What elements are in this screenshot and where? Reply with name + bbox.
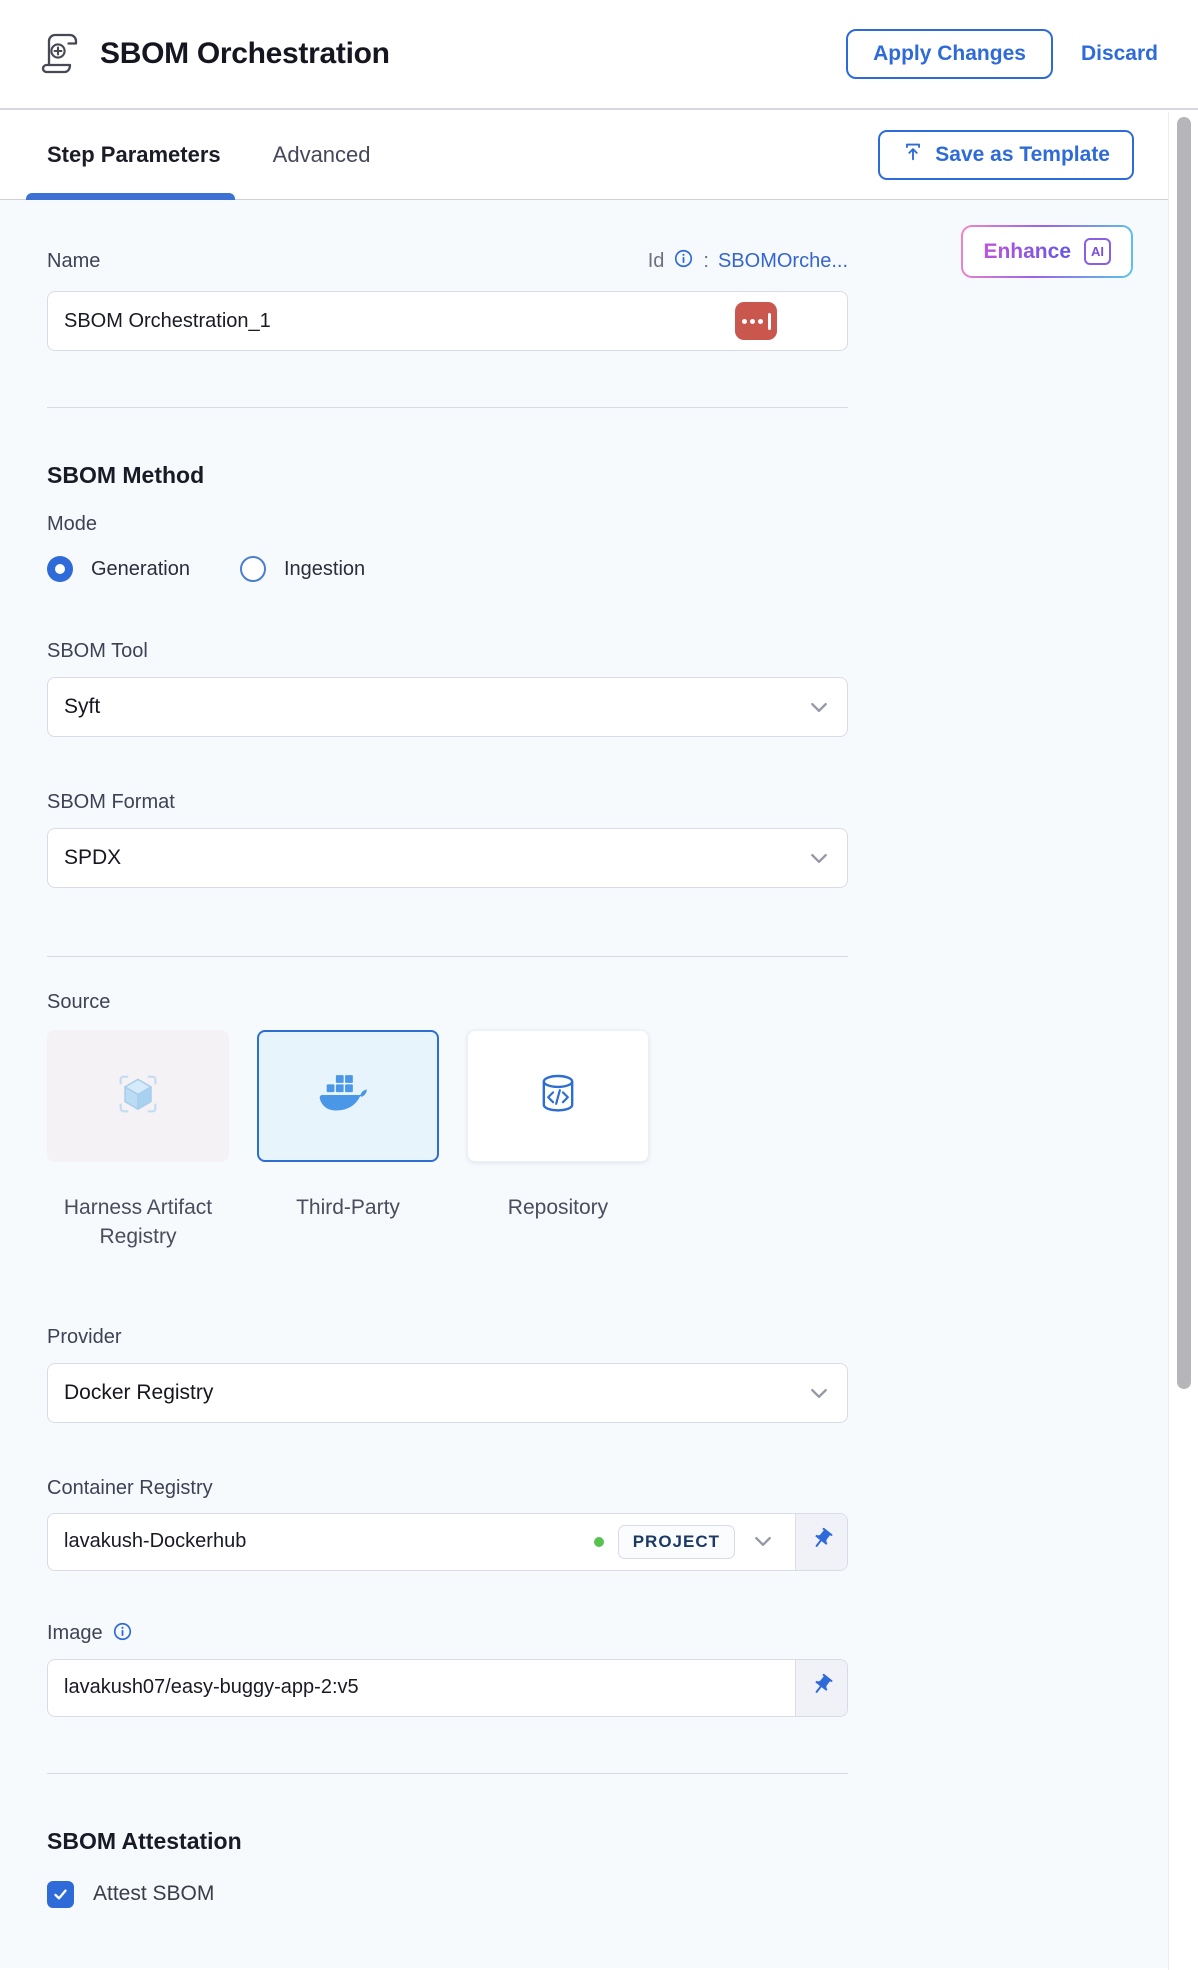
ai-badge: AI	[1084, 238, 1111, 265]
page-title: SBOM Orchestration	[100, 37, 390, 71]
name-label-row: Name Id : SBOMOrche...	[47, 248, 848, 275]
source-option-har: Harness Artifact Registry	[47, 1030, 229, 1252]
tab-step-parameters[interactable]: Step Parameters	[47, 110, 221, 199]
source-card-group: Harness Artifact Registry	[47, 1030, 848, 1252]
divider	[47, 1773, 848, 1774]
name-input-wrap	[47, 291, 848, 351]
sbom-tool-label: SBOM Tool	[47, 640, 848, 663]
chevron-down-icon	[811, 695, 827, 719]
title-group: SBOM Orchestration	[36, 29, 846, 80]
pushpin-icon	[810, 1673, 834, 1702]
radio-ingestion[interactable]: Ingestion	[240, 556, 365, 582]
tab-advanced[interactable]: Advanced	[273, 110, 371, 199]
provider-select[interactable]: Docker Registry	[47, 1363, 848, 1423]
id-label: Id	[648, 250, 665, 273]
enhance-label: Enhance	[983, 240, 1071, 264]
docker-whale-icon	[317, 1070, 379, 1123]
step-id-group: Id : SBOMOrche...	[648, 248, 848, 275]
runtime-input-red-icon[interactable]	[735, 302, 777, 340]
container-registry-value: lavakush-Dockerhub	[64, 1530, 580, 1553]
attest-sbom-row[interactable]: Attest SBOM	[47, 1881, 848, 1908]
container-registry-select[interactable]: lavakush-Dockerhub PROJECT	[48, 1514, 795, 1570]
checkmark-icon	[52, 1886, 69, 1903]
sbom-format-select[interactable]: SPDX	[47, 828, 848, 888]
image-label-row: Image	[47, 1621, 848, 1647]
mode-label: Mode	[47, 513, 848, 536]
source-option-repository: Repository	[467, 1030, 649, 1252]
radio-generation[interactable]: Generation	[47, 556, 190, 582]
step-config-header: SBOM Orchestration Apply Changes Discard	[0, 0, 1198, 110]
active-tab-indicator	[26, 193, 235, 200]
sbom-tool-value: Syft	[64, 695, 100, 719]
container-registry-field: lavakush-Dockerhub PROJECT	[47, 1513, 848, 1571]
image-input[interactable]	[64, 1676, 777, 1699]
id-info-icon[interactable]	[673, 248, 694, 275]
radio-ingestion-control[interactable]	[240, 556, 266, 582]
source-label: Source	[47, 991, 848, 1014]
pushpin-icon	[810, 1527, 834, 1556]
image-field	[47, 1659, 848, 1717]
container-registry-label: Container Registry	[47, 1477, 848, 1500]
divider	[47, 407, 848, 408]
tab-bar: Step Parameters Advanced Save as Templat…	[0, 110, 1198, 200]
source-card-label: Harness Artifact Registry	[47, 1194, 229, 1252]
image-pin-button[interactable]	[795, 1660, 847, 1716]
tab-advanced-label: Advanced	[273, 142, 371, 168]
chevron-down-icon	[811, 846, 827, 870]
discard-button[interactable]: Discard	[1081, 42, 1158, 66]
artifact-registry-cube-icon	[112, 1068, 164, 1125]
sbom-tool-select[interactable]: Syft	[47, 677, 848, 737]
sbom-attestation-heading: SBOM Attestation	[47, 1828, 848, 1855]
image-info-icon[interactable]	[112, 1621, 133, 1647]
attest-sbom-label: Attest SBOM	[93, 1882, 214, 1906]
source-card-harness-artifact-registry[interactable]	[47, 1030, 229, 1162]
attest-sbom-checkbox[interactable]	[47, 1881, 74, 1908]
image-label: Image	[47, 1622, 103, 1645]
radio-generation-label: Generation	[91, 558, 190, 581]
divider	[47, 956, 848, 957]
sbom-scroll-plus-icon	[36, 29, 82, 80]
provider-label: Provider	[47, 1326, 848, 1349]
repository-database-icon	[534, 1070, 582, 1123]
save-as-template-label: Save as Template	[935, 143, 1110, 167]
sbom-format-value: SPDX	[64, 846, 121, 870]
save-as-template-button[interactable]: Save as Template	[878, 130, 1134, 180]
mode-radio-group: Generation Ingestion	[47, 556, 848, 582]
vertical-scrollbar-thumb[interactable]	[1177, 117, 1191, 1389]
source-card-repository[interactable]	[467, 1030, 649, 1162]
apply-changes-button[interactable]: Apply Changes	[846, 29, 1053, 79]
source-option-third-party: Third-Party	[257, 1030, 439, 1252]
step-id-value[interactable]: SBOMOrche...	[718, 250, 848, 273]
scope-badge: PROJECT	[618, 1525, 735, 1559]
sbom-method-heading: SBOM Method	[47, 462, 848, 489]
source-card-label: Repository	[508, 1194, 608, 1223]
vertical-scrollbar-track[interactable]	[1168, 112, 1198, 1970]
source-card-label: Third-Party	[296, 1194, 400, 1223]
sbom-format-label: SBOM Format	[47, 791, 848, 814]
upload-template-icon	[902, 141, 924, 169]
container-registry-pin-button[interactable]	[795, 1514, 847, 1570]
name-input[interactable]	[64, 310, 735, 333]
name-label: Name	[47, 250, 100, 273]
step-parameters-panel: Enhance AI Name Id : SBOMOrche...	[0, 200, 1168, 1968]
chevron-down-icon	[811, 1381, 827, 1405]
enhance-ai-button[interactable]: Enhance AI	[961, 225, 1133, 278]
chevron-down-icon[interactable]	[755, 1530, 771, 1553]
radio-ingestion-label: Ingestion	[284, 558, 365, 581]
source-card-third-party[interactable]	[257, 1030, 439, 1162]
step-form: Name Id : SBOMOrche...	[47, 248, 848, 1908]
id-colon: :	[703, 250, 709, 273]
connector-status-dot	[594, 1537, 604, 1547]
radio-generation-control[interactable]	[47, 556, 73, 582]
provider-value: Docker Registry	[64, 1381, 213, 1405]
tab-step-parameters-label: Step Parameters	[47, 142, 221, 168]
